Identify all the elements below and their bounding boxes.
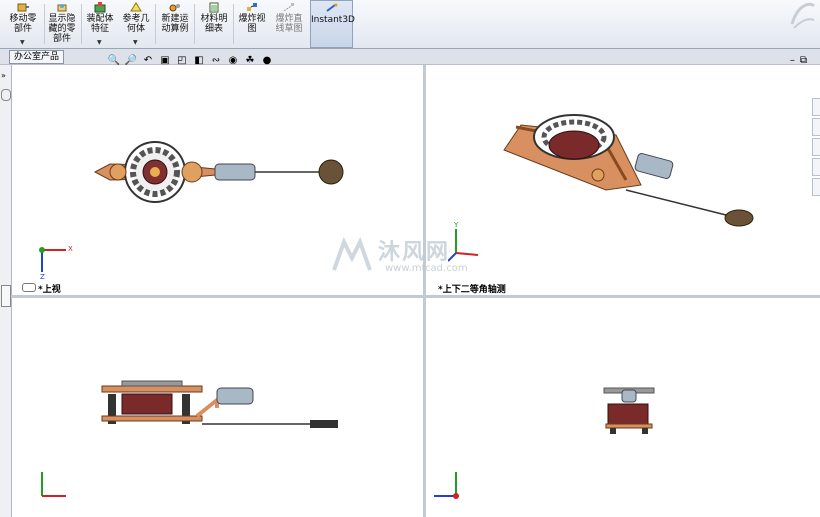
reference-geometry-label: 参考几 何体: [122, 14, 150, 34]
feature-manager-collapsed-panel[interactable]: »: [0, 65, 12, 517]
coordinate-triad-bottom-left: [41, 472, 66, 497]
task-pane-tabs: [812, 98, 820, 218]
bill-of-materials-button[interactable]: 材料明 细表: [196, 0, 232, 48]
chevron-down-icon[interactable]: ▼: [133, 38, 138, 48]
motion-study-label: 新建运 动算例: [161, 14, 189, 34]
explode-view-label: 爆炸视 图: [238, 14, 266, 34]
reference-geometry-button[interactable]: 参考几 何体 ▼: [118, 0, 154, 48]
bom-label: 材料明 细表: [200, 14, 228, 34]
show-hidden-icon: [57, 4, 67, 12]
toolbar-separator: [194, 4, 195, 44]
command-manager-toolbar: 移动零 部件 ▼ 显示隐 藏的零 部件 装配体 特征 ▼ 参考几 何体 ▼ 新建…: [0, 0, 820, 49]
task-pane-tab[interactable]: [812, 178, 820, 196]
exploded-view-button[interactable]: 爆炸视 图: [234, 0, 270, 48]
bom-icon: [209, 2, 219, 13]
y-axis-dot: [39, 247, 45, 253]
new-motion-study-button[interactable]: 新建运 动算例: [157, 0, 193, 48]
toolbar-separator: [81, 4, 82, 44]
assembly-feature-label: 装配体 特征: [86, 14, 114, 34]
task-pane-tab[interactable]: [812, 118, 820, 136]
explode-line-sketch-button[interactable]: 爆炸直 线草图: [271, 0, 307, 48]
watermark-url: www.mfcad.com: [385, 263, 468, 274]
toolbar-separator: [155, 4, 156, 44]
panel-splitter-handle[interactable]: [1, 285, 11, 307]
chevron-down-icon[interactable]: ▼: [97, 38, 102, 48]
x-axis-dot: [453, 493, 459, 499]
task-pane-tab[interactable]: [812, 138, 820, 156]
task-pane-tab[interactable]: [812, 158, 820, 176]
coordinate-triad-bottom-right: [434, 472, 459, 499]
chevron-down-icon[interactable]: ▼: [20, 38, 25, 48]
viewport-label-top: *上视: [38, 285, 61, 295]
triad-y-label: Y: [454, 221, 459, 229]
scroll-handle[interactable]: [1, 89, 11, 101]
move-component-label: 移动零 部件: [9, 14, 37, 34]
explode-view-icon: [247, 3, 257, 11]
motion-study-icon: [169, 4, 180, 12]
show-hidden-components-button[interactable]: 显示隐 藏的零 部件: [45, 0, 79, 48]
reference-geometry-icon: [130, 2, 142, 12]
instant3d-icon: [325, 3, 337, 12]
coordinate-triad-top-right: [448, 229, 479, 262]
assembly-feature-button[interactable]: 装配体 特征 ▼: [83, 0, 117, 48]
watermark-text: 沐风网: [378, 240, 451, 265]
eye-icon[interactable]: [22, 283, 36, 292]
move-component-button[interactable]: 移动零 部件 ▼: [4, 0, 42, 48]
instant3d-label: Instant3D: [311, 15, 355, 25]
tab-office-products[interactable]: 办公室产品: [9, 50, 65, 64]
show-hidden-label: 显示隐 藏的零 部件: [48, 14, 76, 44]
explode-line-label: 爆炸直 线草图: [275, 14, 303, 34]
explode-line-icon: [283, 3, 295, 12]
expand-panel-icon[interactable]: »: [1, 71, 6, 80]
triad-x-label: X: [68, 245, 73, 253]
ds-logo-icon: [790, 2, 816, 29]
viewport-label-isometric: *上下二等角轴测: [438, 285, 506, 295]
watermark-logo-icon: [332, 236, 372, 271]
assembly-feature-icon: [94, 2, 106, 13]
solidworks-logo: [788, 0, 816, 30]
viewport-side-view[interactable]: [426, 298, 820, 517]
clock-model-side-view: [603, 387, 655, 434]
triad-z-label: Z: [40, 273, 45, 281]
move-component-icon: [17, 3, 29, 12]
x-axis-line: [455, 252, 479, 256]
viewport-isometric-view[interactable]: Y *上下二等角轴测: [426, 65, 820, 295]
task-pane-tab[interactable]: [812, 98, 820, 116]
instant3d-button[interactable]: Instant3D: [310, 0, 355, 48]
viewport-front-view[interactable]: [12, 298, 423, 517]
